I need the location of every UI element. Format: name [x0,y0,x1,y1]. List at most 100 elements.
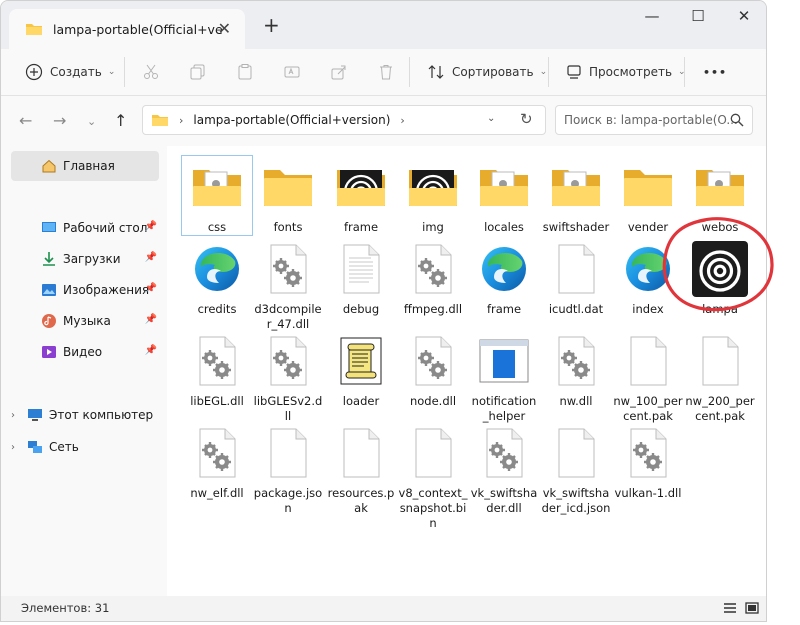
file-item[interactable]: node.dll [398,330,468,409]
file-item[interactable]: swiftshader [541,156,611,235]
create-button[interactable]: Создать ⌄ [25,59,115,85]
folder-icon [257,156,319,218]
cut-icon[interactable] [142,63,160,81]
file-item[interactable]: vk_swiftshader.dll [469,422,539,516]
search-input[interactable]: Поиск в: lampa-portable(O... [555,105,753,135]
file-item[interactable]: v8_context_snapshot.bin [398,422,468,531]
file-item[interactable]: ffmpeg.dll [398,238,468,317]
share-icon[interactable] [330,63,348,81]
folder-doc-icon [545,156,607,218]
sidebar-item-this-pc[interactable]: › Этот компьютер [11,400,159,430]
file-label: vk_swiftshader_icd.json [541,486,611,515]
file-item[interactable]: d3dcompiler_47.dll [253,238,323,332]
expand-chevron-icon[interactable]: › [11,442,15,453]
title-bar: lampa-portable(Official+versi ✕ + — ☐ ✕ [1,1,766,49]
file-label: debug [342,302,380,316]
maximize-button[interactable]: ☐ [683,7,713,31]
address-bar[interactable]: › lampa-portable(Official+version) › [142,105,546,135]
file-label: libEGL.dll [190,394,244,408]
file-item[interactable]: css [181,155,253,236]
sidebar-item-desktop[interactable]: Рабочий стол 📌 [11,213,159,243]
file-item[interactable]: package.json [253,422,323,516]
close-window-button[interactable]: ✕ [729,7,759,31]
pin-icon[interactable]: 📌 [145,283,157,294]
dll-icon [257,238,319,300]
details-view-icon[interactable] [723,602,737,614]
breadcrumb-chevron-icon[interactable]: › [179,114,183,127]
pin-icon[interactable]: 📌 [145,221,157,232]
file-item[interactable]: resources.pak [326,422,396,516]
blank-icon [545,238,607,300]
breadcrumb-chevron-icon[interactable]: › [400,114,404,127]
toolbar-divider [684,57,685,87]
file-item[interactable]: frame [469,238,539,317]
tab-title: lampa-portable(Official+versi [53,21,223,37]
file-item[interactable]: libEGL.dll [182,330,252,409]
forward-arrow-icon[interactable]: → [53,111,66,130]
view-icon [567,65,581,79]
sidebar-item-network[interactable]: › Сеть [11,432,159,462]
sidebar-item-label: Сеть [49,440,79,454]
new-tab-button[interactable]: + [263,13,280,37]
pin-icon[interactable]: 📌 [145,252,157,263]
file-item[interactable]: lampa [685,238,755,317]
address-dropdown-icon[interactable]: ⌄ [487,113,495,124]
sidebar-item-label: Загрузки [63,252,121,266]
up-arrow-icon[interactable]: ↑ [114,111,127,130]
lampa-app-icon [689,238,751,300]
view-button[interactable]: Просмотреть ⌄ [565,59,686,85]
breadcrumb-current[interactable]: lampa-portable(Official+version) [193,113,390,127]
sort-button[interactable]: Сортировать ⌄ [427,59,547,85]
edge-icon [186,238,248,300]
rename-icon[interactable] [283,63,301,81]
file-label: notification_helper [471,394,537,423]
file-item[interactable]: locales [469,156,539,235]
file-item[interactable]: nw_elf.dll [182,422,252,501]
file-item[interactable]: frame [326,156,396,235]
file-item[interactable]: nw_200_percent.pak [685,330,755,424]
expand-chevron-icon[interactable]: › [11,410,15,421]
file-item[interactable]: nw.dll [541,330,611,409]
sidebar-item-videos[interactable]: Видео 📌 [11,337,159,367]
pin-icon[interactable]: 📌 [145,314,157,325]
copy-icon[interactable] [189,63,207,81]
file-item[interactable]: img [398,156,468,235]
file-item[interactable]: vk_swiftshader_icd.json [541,422,611,516]
file-item[interactable]: debug [326,238,396,317]
file-item[interactable]: credits [182,238,252,317]
navigation-bar: ← → ⌄ ↑ › lampa-portable(Official+versio… [1,96,766,146]
sidebar-item-home[interactable]: Главная [11,151,159,181]
sidebar-item-label: Главная [63,159,115,173]
file-label: vender [627,220,669,234]
dll-icon [473,422,535,484]
back-arrow-icon[interactable]: ← [19,111,32,130]
file-item[interactable]: fonts [253,156,323,235]
file-label: d3dcompiler_47.dll [254,302,322,331]
tab-close-button[interactable]: ✕ [218,19,231,38]
file-item[interactable]: libGLESv2.dll [253,330,323,424]
file-item[interactable]: notification_helper [469,330,539,424]
tiles-view-icon[interactable] [745,602,759,614]
delete-icon[interactable] [377,63,395,81]
more-options-button[interactable]: ••• [703,59,727,85]
refresh-icon[interactable]: ↻ [520,110,533,128]
file-item[interactable]: icudtl.dat [541,238,611,317]
sidebar-item-downloads[interactable]: Загрузки 📌 [11,244,159,274]
folder-doc-icon [473,156,535,218]
file-item[interactable]: index [613,238,683,317]
file-item[interactable]: webos [685,156,755,235]
minimize-button[interactable]: — [637,7,667,31]
sidebar-item-label: Этот компьютер [49,408,154,422]
file-item[interactable]: vulkan-1.dll [613,422,683,501]
blank-icon [689,330,751,392]
file-item[interactable]: nw_100_percent.pak [613,330,683,424]
sidebar-item-pictures[interactable]: Изображения 📌 [11,275,159,305]
paste-icon[interactable] [236,63,254,81]
recent-chevron-icon[interactable]: ⌄ [87,115,96,128]
file-item[interactable]: vender [613,156,683,235]
sidebar-item-music[interactable]: Музыка 📌 [11,306,159,336]
file-item[interactable]: loader [326,330,396,409]
pin-icon[interactable]: 📌 [145,345,157,356]
tab-current[interactable]: lampa-portable(Official+versi ✕ [9,9,245,49]
edge-icon [473,238,535,300]
